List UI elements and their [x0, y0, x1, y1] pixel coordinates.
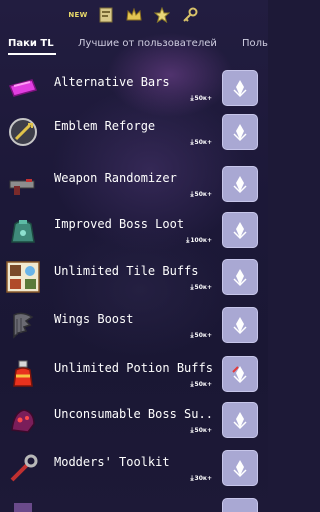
- diamond-icon: [233, 269, 247, 287]
- mod-name: Wings Boost: [54, 312, 134, 326]
- mod-row[interactable]: Modders' Toolkit ⤓30к+: [0, 446, 268, 490]
- new-badge[interactable]: NEW: [68, 6, 87, 24]
- wings-icon: [6, 309, 40, 341]
- download-icon: ⤓: [190, 94, 194, 102]
- download-count: ⤓50к+: [190, 94, 212, 102]
- top-bar: NEW: [0, 0, 268, 30]
- download-icon: ⤓: [190, 474, 194, 482]
- tab-bar: Паки TL Лучшие от пользователей Поль: [0, 34, 268, 56]
- download-count: ⤓50к+: [190, 426, 212, 434]
- partial-icon: [6, 498, 40, 512]
- book-icon[interactable]: [97, 6, 115, 24]
- mod-name: Emblem Reforge: [54, 119, 156, 133]
- install-button[interactable]: [222, 70, 258, 106]
- download-icon: ⤓: [190, 283, 194, 291]
- tile-buffs-icon: [6, 261, 40, 293]
- install-button[interactable]: [222, 307, 258, 343]
- mod-row[interactable]: Weapon Randomizer ⤓50к+: [0, 162, 268, 206]
- diamond-icon: [232, 366, 247, 384]
- mod-row[interactable]: Unlimited Tile Buffs ⤓50к+: [0, 255, 268, 299]
- install-button[interactable]: [222, 450, 258, 486]
- diamond-icon: [233, 222, 247, 240]
- mod-row[interactable]: Alternative Bars ⤓50к+: [0, 66, 268, 110]
- mod-name: Modders' Toolkit: [54, 455, 170, 469]
- tab-best-from-users[interactable]: Лучшие от пользователей: [78, 38, 217, 49]
- tab-active-indicator: [8, 53, 56, 55]
- install-button[interactable]: [222, 212, 258, 248]
- boss-summon-icon: [6, 404, 40, 436]
- download-count: ⤓50к+: [190, 190, 212, 198]
- install-button[interactable]: [222, 356, 258, 392]
- mod-row[interactable]: [0, 496, 268, 512]
- wrench-icon: [6, 452, 40, 484]
- mod-row[interactable]: Unconsumable Boss Su... ⤓50к+: [0, 398, 268, 442]
- mod-name: Weapon Randomizer: [54, 171, 177, 185]
- mod-row[interactable]: Unlimited Potion Buffs ⤓50к+: [0, 352, 268, 396]
- install-button[interactable]: [222, 259, 258, 295]
- tab-users[interactable]: Поль: [242, 38, 268, 49]
- mod-name: Improved Boss Loot: [54, 217, 185, 231]
- tab-packs-tl[interactable]: Паки TL: [8, 38, 54, 49]
- download-count: ⤓50к+: [190, 331, 212, 339]
- diamond-icon: [233, 317, 247, 335]
- diamond-icon: [233, 460, 247, 478]
- download-icon: ⤓: [190, 380, 194, 388]
- gun-icon: [6, 168, 40, 200]
- install-button[interactable]: [222, 498, 258, 512]
- diamond-icon: [233, 412, 247, 430]
- mod-name: Unlimited Tile Buffs: [54, 264, 199, 278]
- magenta-bar-icon: [6, 72, 40, 104]
- install-button[interactable]: [222, 114, 258, 150]
- mod-row[interactable]: Wings Boost ⤓50к+: [0, 303, 268, 347]
- mod-name: Unlimited Potion Buffs: [54, 361, 213, 375]
- download-icon: ⤓: [186, 236, 190, 244]
- treasure-bag-icon: [6, 214, 40, 246]
- mod-row[interactable]: Improved Boss Loot ⤓100к+: [0, 208, 268, 252]
- download-count: ⤓100к+: [186, 236, 212, 244]
- mod-name: Alternative Bars: [54, 75, 170, 89]
- crown-icon[interactable]: [125, 6, 143, 24]
- install-button[interactable]: [222, 166, 258, 202]
- download-icon: ⤓: [190, 426, 194, 434]
- key-icon[interactable]: [181, 6, 199, 24]
- download-count: ⤓50к+: [190, 138, 212, 146]
- diamond-icon: [233, 124, 247, 142]
- mod-name: Unconsumable Boss Su...: [54, 407, 214, 421]
- mod-row[interactable]: Emblem Reforge ⤓50к+: [0, 110, 268, 154]
- download-count: ⤓50к+: [190, 283, 212, 291]
- diamond-icon: [233, 80, 247, 98]
- potion-icon: [6, 358, 40, 390]
- download-icon: ⤓: [190, 331, 194, 339]
- diamond-icon: [233, 176, 247, 194]
- download-icon: ⤓: [190, 190, 194, 198]
- star-icon[interactable]: [153, 6, 171, 24]
- emblem-icon: [6, 116, 40, 148]
- download-count: ⤓30к+: [190, 474, 212, 482]
- install-button[interactable]: [222, 402, 258, 438]
- download-icon: ⤓: [190, 138, 194, 146]
- download-count: ⤓50к+: [190, 380, 212, 388]
